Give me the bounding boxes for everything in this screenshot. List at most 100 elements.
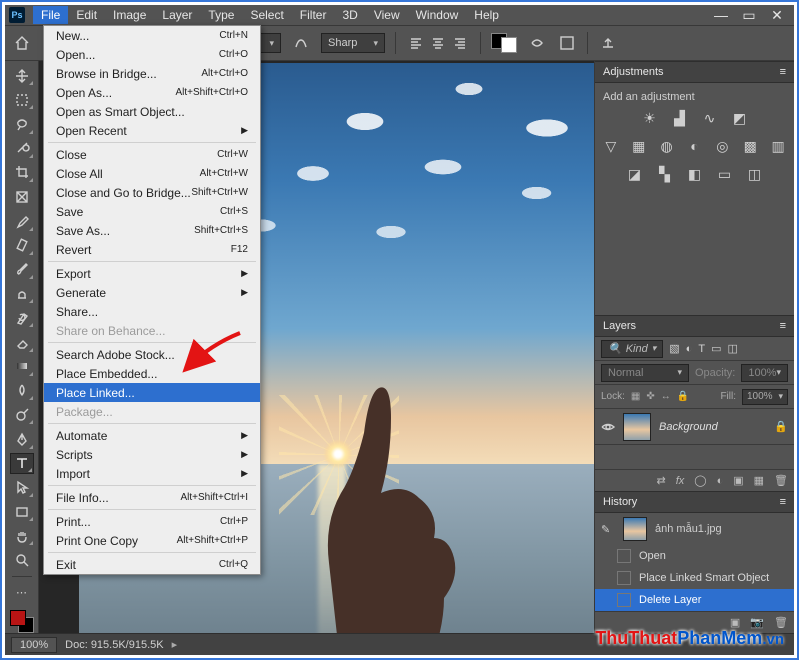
- menu-image[interactable]: Image: [105, 6, 154, 24]
- frame-tool[interactable]: [10, 186, 34, 207]
- invert-icon[interactable]: ◪: [626, 165, 644, 183]
- filter-type-icon[interactable]: T: [698, 343, 705, 355]
- delete-state-icon[interactable]: 🗑: [774, 616, 788, 629]
- blend-mode-select[interactable]: Normal▾: [601, 364, 689, 382]
- channelmixer-icon[interactable]: ▩: [742, 137, 758, 155]
- menu-filter[interactable]: Filter: [292, 6, 335, 24]
- file-menu-item[interactable]: Search Adobe Stock...: [44, 345, 260, 364]
- shape-tool[interactable]: [10, 501, 34, 522]
- file-menu-item[interactable]: Open...Ctrl+O: [44, 45, 260, 64]
- warp-text-button[interactable]: [527, 33, 547, 53]
- new-layer-icon[interactable]: ▦: [754, 474, 764, 487]
- menu-select[interactable]: Select: [242, 6, 291, 24]
- file-menu-item[interactable]: Export▶: [44, 264, 260, 283]
- menu-3d[interactable]: 3D: [334, 6, 365, 24]
- move-tool[interactable]: [10, 65, 34, 86]
- menu-edit[interactable]: Edit: [68, 6, 105, 24]
- antialiasing-select[interactable]: Sharp ▾: [321, 33, 385, 53]
- file-menu-item[interactable]: Automate▶: [44, 426, 260, 445]
- file-menu-item[interactable]: Generate▶: [44, 283, 260, 302]
- foreground-background-swatch[interactable]: [10, 610, 34, 633]
- history-brush-tool[interactable]: [10, 307, 34, 328]
- text-color-swatch[interactable]: [491, 33, 517, 53]
- menu-view[interactable]: View: [366, 6, 408, 24]
- menu-window[interactable]: Window: [408, 6, 467, 24]
- zoom-level[interactable]: 100%: [11, 637, 57, 653]
- exposure-icon[interactable]: ◩: [731, 109, 749, 127]
- bw-icon[interactable]: ◐: [687, 137, 703, 155]
- character-panel-button[interactable]: [557, 33, 577, 53]
- file-menu-item[interactable]: Import▶: [44, 464, 260, 483]
- layer-mask-icon[interactable]: ◯: [694, 474, 706, 487]
- layer-filter-kind[interactable]: 🔍Kind▾: [601, 340, 663, 358]
- close-button[interactable]: ✕: [770, 7, 784, 24]
- panel-menu-icon[interactable]: ≡: [780, 496, 786, 508]
- file-menu-item[interactable]: Share...: [44, 302, 260, 321]
- path-select-tool[interactable]: [10, 477, 34, 498]
- file-menu-item[interactable]: Browse in Bridge...Alt+Ctrl+O: [44, 64, 260, 83]
- delete-layer-icon[interactable]: 🗑: [774, 474, 788, 487]
- file-menu-item[interactable]: Place Linked...: [44, 383, 260, 402]
- new-doc-from-state-icon[interactable]: ▣: [730, 616, 740, 629]
- adjustment-layer-icon[interactable]: ◐: [717, 475, 724, 487]
- file-menu-item[interactable]: Scripts▶: [44, 445, 260, 464]
- file-menu-item[interactable]: File Info...Alt+Shift+Ctrl+I: [44, 488, 260, 507]
- file-menu-item[interactable]: Open Recent▶: [44, 121, 260, 140]
- file-menu-item[interactable]: Close AllAlt+Ctrl+W: [44, 164, 260, 183]
- pen-tool[interactable]: [10, 428, 34, 449]
- vibrance-icon[interactable]: ▽: [603, 137, 619, 155]
- menu-help[interactable]: Help: [466, 6, 507, 24]
- gradientmap-icon[interactable]: ▭: [716, 165, 734, 183]
- menu-file[interactable]: File: [33, 6, 68, 24]
- maximize-button[interactable]: ▭: [742, 7, 756, 24]
- colorbalance-icon[interactable]: ◍: [659, 137, 675, 155]
- lock-icon[interactable]: 🔒: [774, 420, 788, 433]
- file-menu-item[interactable]: Print One CopyAlt+Shift+Ctrl+P: [44, 531, 260, 550]
- history-step[interactable]: Delete Layer: [595, 589, 794, 611]
- curves-icon[interactable]: ∿: [701, 109, 719, 127]
- layer-thumbnail[interactable]: [623, 413, 651, 441]
- layer-name[interactable]: Background: [659, 421, 766, 433]
- align-right-button[interactable]: [450, 33, 470, 53]
- history-step[interactable]: Place Linked Smart Object: [595, 567, 794, 589]
- align-center-button[interactable]: [428, 33, 448, 53]
- menu-type[interactable]: Type: [200, 6, 242, 24]
- zoom-tool[interactable]: [10, 549, 34, 570]
- filter-shape-icon[interactable]: ▭: [711, 342, 721, 355]
- brush-tool[interactable]: [10, 259, 34, 280]
- lock-pixels-icon[interactable]: ▦: [631, 391, 640, 402]
- file-menu-item[interactable]: Print...Ctrl+P: [44, 512, 260, 531]
- marquee-tool[interactable]: [10, 89, 34, 110]
- layer-row[interactable]: Background 🔒: [595, 409, 794, 445]
- panel-menu-icon[interactable]: ≡: [780, 66, 786, 78]
- clone-stamp-tool[interactable]: [10, 283, 34, 304]
- fill-input[interactable]: 100%▾: [742, 389, 788, 405]
- threshold-icon[interactable]: ◧: [686, 165, 704, 183]
- brightness-icon[interactable]: ☀: [641, 109, 659, 127]
- levels-icon[interactable]: ▟: [671, 109, 689, 127]
- layer-fx-icon[interactable]: fx: [676, 475, 685, 487]
- opacity-input[interactable]: 100%▾: [741, 364, 788, 382]
- file-menu-item[interactable]: ExitCtrl+Q: [44, 555, 260, 574]
- lasso-tool[interactable]: [10, 113, 34, 134]
- file-menu-item[interactable]: Save As...Shift+Ctrl+S: [44, 221, 260, 240]
- quick-share-button[interactable]: [598, 33, 618, 53]
- edit-toolbar-button[interactable]: ⋯: [10, 582, 34, 603]
- hand-tool[interactable]: [10, 525, 34, 546]
- hue-icon[interactable]: ▦: [631, 137, 647, 155]
- colorlookup-icon[interactable]: ▥: [770, 137, 786, 155]
- file-menu-item[interactable]: Open as Smart Object...: [44, 102, 260, 121]
- filter-smart-icon[interactable]: ◫: [727, 342, 737, 355]
- lock-all-icon[interactable]: 🔒: [677, 391, 689, 402]
- file-menu-item[interactable]: Open As...Alt+Shift+Ctrl+O: [44, 83, 260, 102]
- eyedropper-tool[interactable]: [10, 210, 34, 231]
- group-icon[interactable]: ▣: [733, 474, 743, 487]
- file-menu-item[interactable]: Close and Go to Bridge...Shift+Ctrl+W: [44, 183, 260, 202]
- blur-tool[interactable]: [10, 380, 34, 401]
- align-left-button[interactable]: [406, 33, 426, 53]
- file-menu-item[interactable]: New...Ctrl+N: [44, 26, 260, 45]
- dodge-tool[interactable]: [10, 404, 34, 425]
- posterize-icon[interactable]: ▚: [656, 165, 674, 183]
- selectivecolor-icon[interactable]: ◫: [746, 165, 764, 183]
- history-document-row[interactable]: ✎ ảnh mẫu1.jpg: [595, 513, 794, 545]
